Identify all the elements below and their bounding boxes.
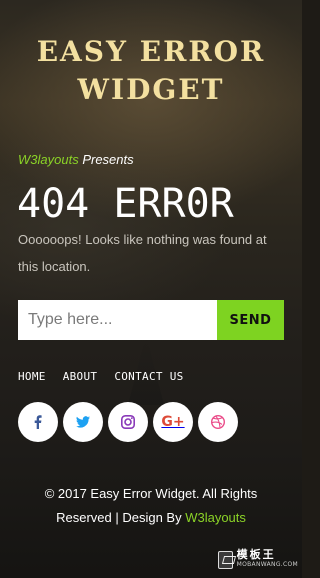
dribbble-button[interactable] <box>198 402 238 442</box>
footer-w3layouts-link[interactable]: W3layouts <box>185 510 246 525</box>
nav-about-link[interactable]: ABOUT <box>63 370 98 383</box>
watermark: 模板王 MOBANWANG.COM <box>218 548 298 572</box>
twitter-icon <box>76 416 90 428</box>
send-button[interactable]: SEND <box>217 300 284 340</box>
presents-text: Presents <box>78 152 134 167</box>
watermark-text: 模板王 MOBANWANG.COM <box>236 548 298 570</box>
instagram-icon <box>120 414 135 429</box>
error-heading: 404 ERR0R <box>17 181 234 227</box>
nav-contact-link[interactable]: CONTACT US <box>114 370 183 383</box>
footer-line-2-text: Reserved | Design By <box>56 510 186 525</box>
page-title: EASY ERROR WIDGET <box>0 33 302 109</box>
twitter-button[interactable] <box>63 402 103 442</box>
facebook-icon <box>34 415 42 429</box>
social-links: G+ <box>18 402 238 442</box>
presents-brand-link[interactable]: W3layouts <box>18 152 79 167</box>
watermark-sub: MOBANWANG.COM <box>236 561 298 568</box>
title-line-2: WIDGET <box>77 73 225 106</box>
footer-nav: HOME ABOUT CONTACT US <box>18 370 184 383</box>
footer-line-2: Reserved | Design By W3layouts <box>0 506 302 530</box>
error-message: Oooooops! Looks like nothing was found a… <box>18 232 267 274</box>
watermark-main: 模板王 <box>236 548 276 561</box>
search-form: SEND <box>18 300 284 340</box>
presents-line: W3layouts Presents <box>18 152 134 167</box>
footer-copyright: © 2017 Easy Error Widget. All Rights Res… <box>0 482 302 530</box>
dribbble-icon <box>210 414 226 430</box>
google-plus-icon: G+ <box>161 414 185 430</box>
footer-line-1: © 2017 Easy Error Widget. All Rights <box>44 486 258 501</box>
google-plus-button[interactable]: G+ <box>153 402 193 442</box>
facebook-button[interactable] <box>18 402 58 442</box>
instagram-button[interactable] <box>108 402 148 442</box>
nav-home-link[interactable]: HOME <box>18 370 46 383</box>
page: EASY ERROR WIDGET W3layouts Presents 404… <box>0 0 302 578</box>
search-input[interactable] <box>18 300 217 340</box>
watermark-logo-icon <box>218 551 233 569</box>
title-line-1: EASY ERROR <box>36 35 266 68</box>
